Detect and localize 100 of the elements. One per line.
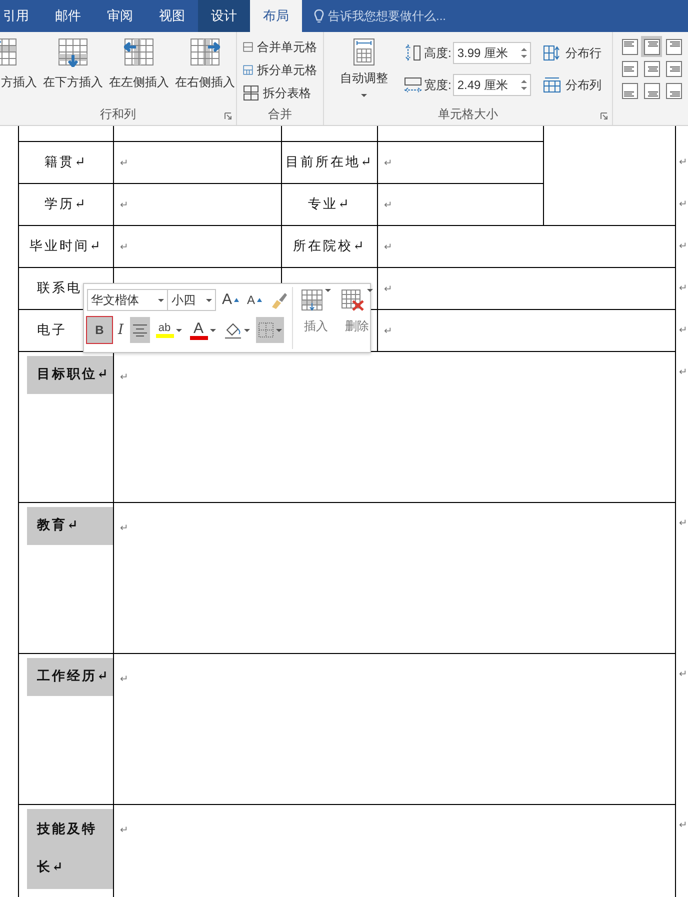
align-icon [666,82,682,98]
row-height-icon [404,44,422,62]
field-label: 学历↵ [44,196,88,212]
align-icon [644,60,660,76]
paragraph-mark: ↵ [383,200,392,210]
paragraph-mark: ↵ [679,820,688,831]
align-icon [644,38,660,54]
distribute-rows-icon [543,45,562,61]
center-button[interactable] [130,317,150,343]
dialog-launcher-icon[interactable] [600,112,608,120]
delete-button[interactable]: 删除 [337,287,377,349]
table-autofit-icon [353,38,375,66]
paragraph-mark: ↵ [679,367,688,378]
paragraph-mark: ↵ [679,518,688,529]
caret-icon [210,328,216,332]
paragraph-mark: ↵ [383,326,392,336]
align-icon [622,60,638,76]
caret-icon [361,94,367,97]
spinner-icon[interactable] [521,47,528,59]
table-arrow-left-icon [124,38,154,67]
paragraph-mark: ↵ [383,242,392,252]
align-button[interactable] [619,58,640,79]
font-dropdown[interactable]: 华文楷体 [87,289,168,311]
distribute-button[interactable]: 分布行 [539,42,606,64]
caret-icon [158,298,164,302]
insert-button[interactable]: 方插入 [0,32,39,105]
caret-icon [244,328,250,332]
borders-icon [258,322,274,338]
section-heading: 目标职位↵ [27,356,113,394]
align-icon [622,82,638,98]
align-icon [622,38,638,54]
align-button[interactable] [641,58,662,79]
split-table-icon [243,85,259,101]
paragraph-mark: ↵ [119,824,128,836]
paint-bucket-icon [224,321,242,339]
table-arrow-right-icon [190,38,220,67]
group-label: 行和列 [99,106,137,123]
spinner-icon[interactable] [521,79,528,91]
spin-field[interactable]: 2.49 厘米 [453,74,532,96]
field-label: 专业↵ [308,196,351,212]
caret-icon [276,328,282,332]
align-button[interactable] [663,36,684,57]
field-label: 毕业时间↵ [30,238,102,254]
align-button[interactable] [619,36,640,57]
ribbon-tab[interactable]: 邮件 [42,0,94,32]
field-label: 联系电 [37,280,82,296]
ribbon-tab[interactable]: 设计 [198,0,250,32]
align-button[interactable] [663,80,684,101]
shrink-font-button[interactable]: A [244,287,264,313]
dialog-launcher-icon[interactable] [224,112,232,120]
column-width-icon [404,76,422,94]
insert-button[interactable]: 插入 [297,287,335,349]
table-delete-icon [341,289,365,311]
tell-me-field[interactable]: 告诉我您想要做什么... [328,7,528,25]
paragraph-mark: ↵ [679,240,688,252]
field-label: 电子 [37,322,67,338]
paragraph-mark: ↵ [679,198,688,210]
font-color-button[interactable]: A [188,317,218,343]
paragraph-mark: ↵ [119,158,128,168]
paragraph-mark: ↵ [119,372,128,382]
align-button[interactable] [641,80,662,101]
spin-field[interactable]: 3.99 厘米 [453,42,532,64]
small-caret-up-icon [234,298,239,302]
autofit-button[interactable]: 自动调整 [324,32,394,105]
align-button[interactable] [663,58,684,79]
align-icon [666,38,682,54]
distribute-columns-icon [543,77,562,93]
bold-button[interactable]: B [87,317,112,343]
section-heading: 教育↵ [27,506,113,544]
caret-icon [206,298,212,302]
ribbon-tab[interactable]: 审阅 [94,0,146,32]
insert-button[interactable]: 在左侧插入 [107,32,171,105]
paragraph-mark: ↵ [679,324,688,336]
align-button[interactable] [619,80,640,101]
paragraph-mark: ↵ [119,200,128,210]
caret-icon [325,289,331,292]
grow-font-button[interactable]: A [220,287,241,313]
insert-button[interactable]: 在右侧插入 [173,32,237,105]
font-size-dropdown[interactable]: 小四 [167,289,216,311]
field-label: 宽度: [424,77,452,94]
distribute-button[interactable]: 分布列 [539,74,606,96]
ribbon-tab[interactable]: 引用 [0,0,42,32]
merge-option-button[interactable]: 拆分单元格 [239,59,321,81]
merge-option-button[interactable]: 拆分表格 [239,82,321,104]
paragraph-mark: ↵ [679,282,688,294]
italic-button[interactable]: I [116,317,126,343]
merge-option-button[interactable]: 合并单元格 [239,36,321,58]
paragraph-mark: ↵ [679,156,688,168]
paragraph-mark: ↵ [679,669,688,680]
ribbon-tab[interactable]: 视图 [146,0,198,32]
align-button[interactable] [641,36,662,57]
highlight-button[interactable]: ab [154,317,184,343]
paintbrush-icon[interactable] [270,291,288,309]
paragraph-mark: ↵ [119,242,128,252]
insert-button[interactable]: 在下方插入 [41,32,105,105]
align-icon [666,60,682,76]
group-label: 合并 [267,106,293,123]
field-label: 目前所在地↵ [286,154,374,170]
section-heading: 工作经历↵ [27,658,113,696]
ribbon-tab[interactable]: 布局 [250,0,302,32]
